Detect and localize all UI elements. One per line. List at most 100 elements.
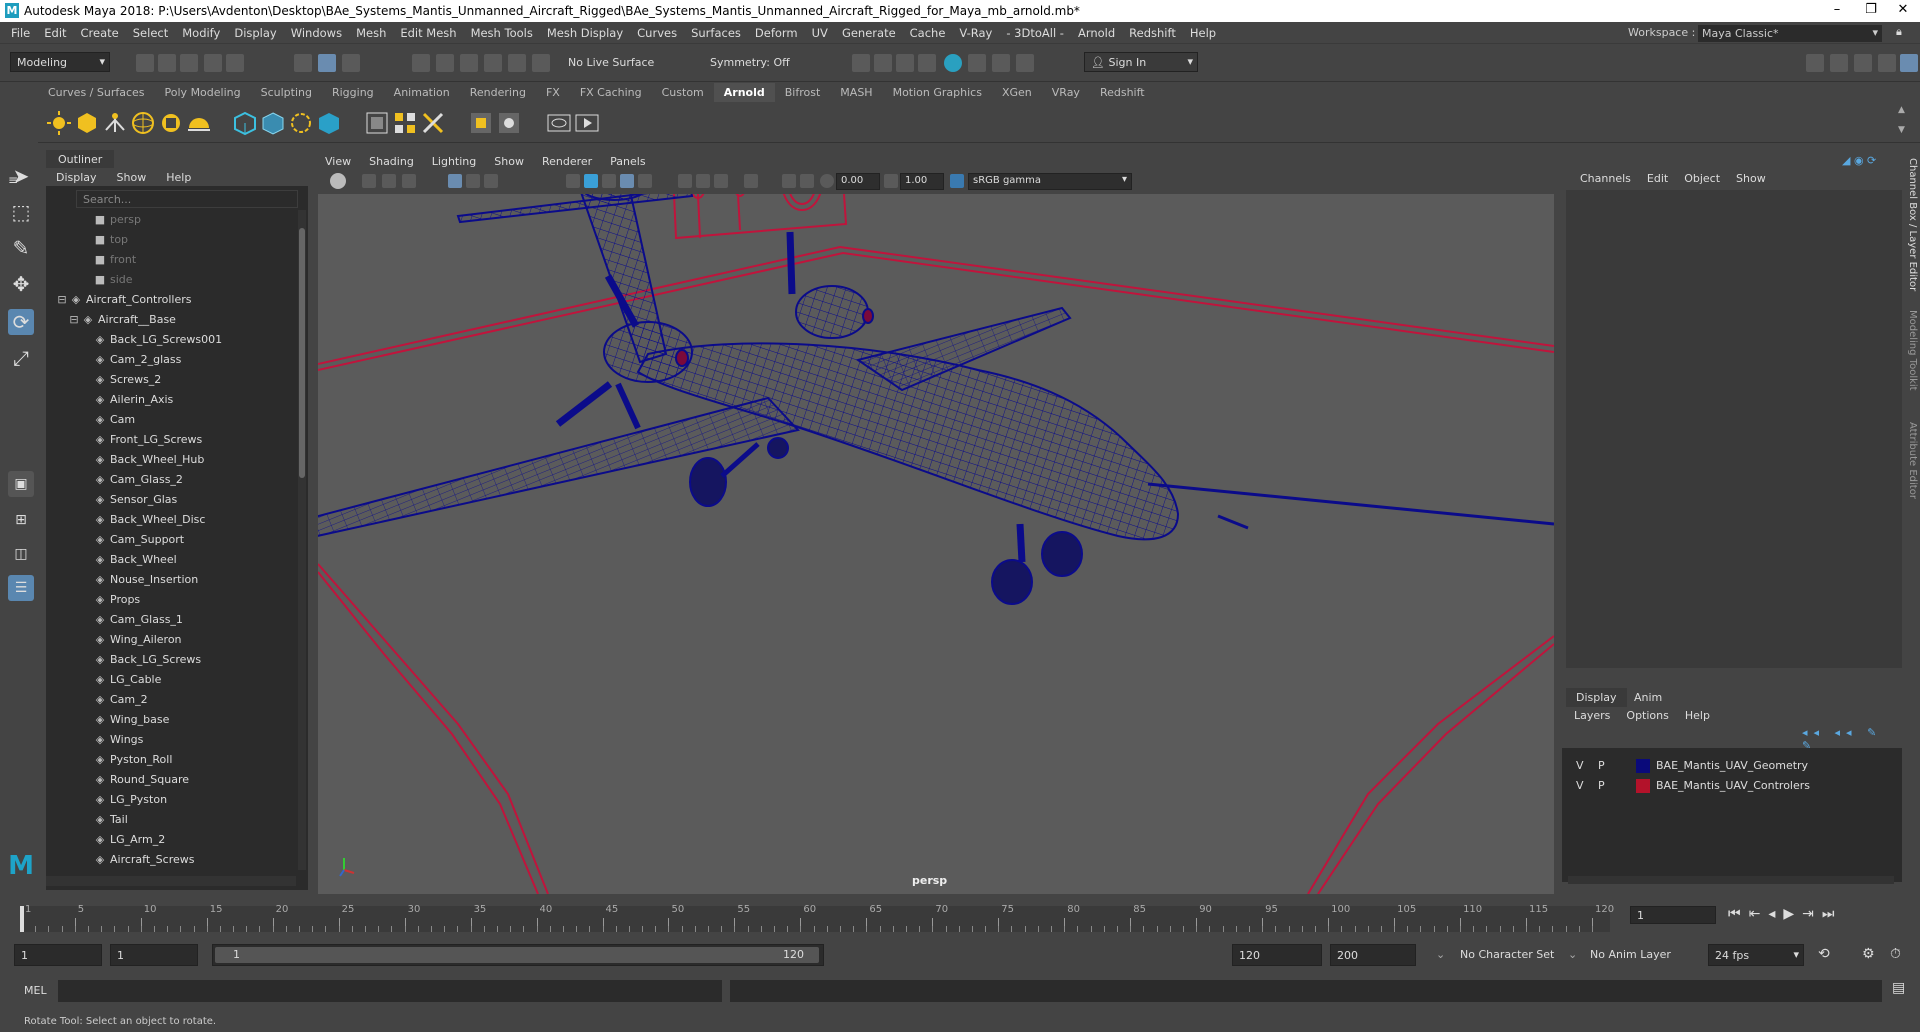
viewport-menu-view[interactable]: View (316, 152, 360, 171)
outliner-menu-show[interactable]: Show (107, 168, 157, 187)
mesh-light-icon[interactable] (74, 110, 100, 136)
undo-icon[interactable] (204, 54, 222, 72)
outliner-item[interactable]: ◈ Wings (46, 730, 296, 750)
shelf-tab-mash[interactable]: MASH (830, 83, 882, 102)
outliner-item[interactable]: ◈ Ailerin_Axis (46, 390, 296, 410)
layer-tab-anim[interactable]: Anim (1624, 688, 1672, 707)
layer-hscrollbar[interactable] (1568, 876, 1894, 884)
layer-menu-options[interactable]: Options (1618, 706, 1676, 725)
attribute-editor-icon[interactable] (1830, 54, 1848, 72)
playback-controls[interactable]: ⏮⇤◂▶⇥⏭ (1728, 906, 1842, 922)
outliner-item[interactable]: ◈ Screws_2 (46, 370, 296, 390)
expand-toggle-icon[interactable]: ⊟ (56, 294, 68, 306)
outliner-item[interactable]: ■ front (46, 250, 296, 270)
menu-item-help[interactable]: Help (1183, 22, 1223, 44)
current-frame-field[interactable]: 1 (1630, 906, 1716, 924)
ipr-render-icon[interactable] (874, 54, 892, 72)
outliner-item[interactable]: ◈ Sensor_Glas (46, 490, 296, 510)
layer-row[interactable]: V P BAE_Mantis_UAV_Geometry (1566, 756, 1900, 776)
sign-in-button[interactable]: 👤︎ Sign In ▾ (1084, 52, 1198, 72)
layer-tab-display[interactable]: Display (1566, 688, 1627, 707)
end-frame-field[interactable]: 200 (1330, 944, 1416, 966)
exposure-field[interactable]: 0.00 (836, 173, 880, 190)
shelf-tab-redshift[interactable]: Redshift (1090, 83, 1155, 102)
minimize-button[interactable]: – (1822, 2, 1852, 20)
playback-start-field[interactable]: 1 (110, 944, 198, 966)
select-tool-icon[interactable]: ➤ (8, 163, 34, 189)
outliner-item[interactable]: ■ persp (46, 210, 296, 230)
channelbox-menu-show[interactable]: Show (1728, 172, 1774, 185)
menu-item-mesh-tools[interactable]: Mesh Tools (464, 22, 540, 44)
redo-icon[interactable] (226, 54, 244, 72)
outliner-item[interactable]: ◈ Wing_base (46, 710, 296, 730)
isolate-select-icon[interactable] (744, 174, 758, 188)
shelf-tab-poly-modeling[interactable]: Poly Modeling (155, 83, 251, 102)
side-tab-attribute-editor[interactable]: Attribute Editor (1907, 422, 1918, 499)
render-proxy-icon[interactable] (316, 110, 342, 136)
shelf-tab-curves-surfaces[interactable]: Curves / Surfaces (38, 83, 155, 102)
viewport-3d[interactable]: persp (318, 194, 1554, 894)
shelf-tab-motion-graphics[interactable]: Motion Graphics (883, 83, 992, 102)
play-render-icon[interactable] (574, 110, 600, 136)
colorspace-dropdown[interactable]: sRGB gamma ▾ (968, 173, 1132, 190)
select-component-icon[interactable] (342, 54, 360, 72)
outliner-item[interactable]: ⊟ ◈ Aircraft__Base (46, 310, 296, 330)
lights-icon[interactable] (678, 174, 692, 188)
menu-item-uv[interactable]: UV (805, 22, 835, 44)
pause-icon[interactable] (1016, 54, 1034, 72)
snap-surface-icon[interactable] (508, 54, 526, 72)
range-slider[interactable]: 1 120 (212, 944, 824, 966)
physical-sky-icon[interactable] (186, 110, 212, 136)
render-view-icon[interactable] (968, 54, 986, 72)
outliner-item[interactable]: ◈ LG_Arm_2 (46, 830, 296, 850)
shelf-tab-animation[interactable]: Animation (384, 83, 460, 102)
time-slider[interactable]: 1 5 10 15 20 25 30 35 40 45 50 55 60 65 70 75 80 85 90 95 10… (0, 898, 1920, 940)
layer-row[interactable]: V P BAE_Mantis_UAV_Controlers (1566, 776, 1900, 796)
gamma-field[interactable]: 1.00 (900, 173, 944, 190)
layer-playback-toggle[interactable]: P (1598, 779, 1605, 792)
tail-controller[interactable] (673, 194, 848, 240)
lock-icon[interactable]: 🔒︎ (1896, 25, 1902, 39)
outliner-item[interactable]: ◈ Cam_2_glass (46, 350, 296, 370)
camera-attributes-icon[interactable] (362, 174, 376, 188)
expand-toggle-icon[interactable]: ⊟ (68, 314, 80, 326)
outliner-item[interactable]: ◈ Wing_Aileron (46, 630, 296, 650)
scrollbar-thumb[interactable] (299, 228, 305, 478)
render-settings-icon[interactable] (896, 54, 914, 72)
menu-item-create[interactable]: Create (74, 22, 126, 44)
menu-item-surfaces[interactable]: Surfaces (684, 22, 748, 44)
workspace-dropdown[interactable]: Maya Classic* ▾ (1698, 25, 1882, 42)
anim-prefs-icon[interactable]: ⚙︎ (1862, 946, 1875, 962)
skydome-light-icon[interactable] (130, 110, 156, 136)
save-scene-icon[interactable] (180, 54, 198, 72)
grid-toggle-icon[interactable] (448, 174, 462, 188)
paint-select-icon[interactable]: ✎ (8, 235, 34, 261)
menuset-dropdown[interactable]: Modeling ▾ (10, 52, 110, 72)
menu-item-display[interactable]: Display (227, 22, 283, 44)
playhead-marker[interactable] (20, 906, 24, 932)
outliner-item[interactable]: ◈ Cam_Support (46, 530, 296, 550)
eye-view-icon[interactable] (546, 110, 572, 136)
channelbox-menu-object[interactable]: Object (1676, 172, 1728, 185)
aov-icon[interactable] (496, 110, 522, 136)
mel-label[interactable]: MEL (24, 984, 47, 997)
hud-icon[interactable] (800, 174, 814, 188)
side-tab-channel-box-layer-editor[interactable]: Channel Box / Layer Editor (1907, 158, 1918, 291)
viewport-menu-lighting[interactable]: Lighting (423, 152, 485, 171)
outliner-item[interactable]: ◈ Props (46, 590, 296, 610)
outliner-item[interactable]: ◈ Cam_Glass_2 (46, 470, 296, 490)
xray-joints-icon[interactable] (782, 174, 796, 188)
channelbox-menu-channels[interactable]: Channels (1572, 172, 1639, 185)
outliner-item[interactable]: ■ top (46, 230, 296, 250)
outliner-item[interactable]: ◈ Pyston_Roll (46, 750, 296, 770)
arnold-render-icon[interactable] (944, 54, 962, 72)
close-button[interactable]: ✕ (1888, 2, 1918, 20)
texture-tx-icon[interactable] (392, 110, 418, 136)
outliner-item[interactable]: ◈ LG_Cable (46, 670, 296, 690)
lasso-tool-icon[interactable]: ⬚ (8, 199, 34, 225)
color-management-icon[interactable] (950, 174, 964, 188)
image-plane-icon[interactable] (402, 174, 416, 188)
outliner-layout-icon[interactable]: ☰ (8, 575, 34, 601)
menu-item-arnold[interactable]: Arnold (1071, 22, 1122, 44)
outliner-menu-display[interactable]: Display (46, 168, 107, 187)
